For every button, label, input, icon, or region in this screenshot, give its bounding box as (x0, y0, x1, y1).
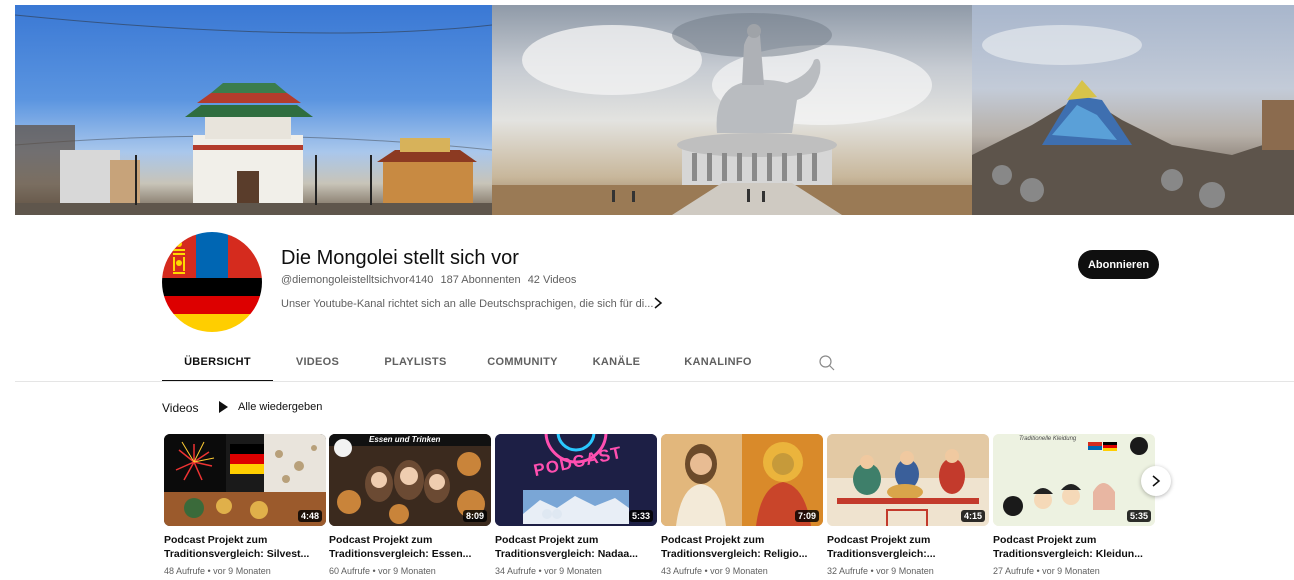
video-meta: 43 Aufrufe • vor 9 Monaten (661, 566, 768, 576)
video-title[interactable]: Podcast Projekt zum Traditionsvergleich:… (495, 533, 655, 561)
section-title: Videos (162, 401, 199, 415)
subscriber-count: 187 Abonnenten (440, 274, 521, 286)
tab-divider (15, 381, 1294, 382)
video-card[interactable]: 4:48 Podcast Projekt zum Traditionsvergl… (164, 434, 327, 576)
video-card[interactable]: Traditionelle Kleidung 5:35 Podcast Proj… (993, 434, 1156, 576)
video-title-line: Traditionsvergleich: Silvest... (164, 548, 310, 560)
video-thumbnail[interactable]: 7:09 (661, 434, 823, 526)
video-duration: 5:33 (628, 510, 653, 522)
video-title-line: Podcast Projekt zum (164, 534, 268, 546)
thumbnail-caption: Essen und Trinken (369, 435, 441, 444)
chevron-right-icon[interactable] (653, 296, 663, 313)
banner-image-ovoo (972, 5, 1294, 215)
channel-meta: @diemongoleistelltsichvor4140 187 Abonne… (281, 273, 576, 287)
video-meta: 60 Aufrufe • vor 9 Monaten (329, 566, 436, 576)
channel-avatar[interactable] (162, 232, 262, 332)
video-duration: 4:15 (960, 510, 985, 522)
video-title-line: Podcast Projekt zum (495, 534, 599, 546)
thumbnail-caption: Traditionelle Kleidung (1019, 436, 1077, 442)
video-duration: 8:09 (462, 510, 487, 522)
video-meta: 34 Aufrufe • vor 9 Monaten (495, 566, 602, 576)
chevron-right-icon[interactable] (1141, 466, 1171, 496)
channel-tabs: ÜBERSICHT VIDEOS PLAYLISTS COMMUNITY KAN… (162, 350, 779, 382)
video-duration: 5:35 (1126, 510, 1151, 522)
tab-overview[interactable]: ÜBERSICHT (162, 350, 273, 382)
video-title-line: Podcast Projekt zum (329, 534, 433, 546)
video-title[interactable]: Podcast Projekt zum Traditionsvergleich:… (993, 533, 1153, 561)
video-title-line: Podcast Projekt zum (993, 534, 1097, 546)
video-duration: 4:48 (297, 510, 322, 522)
channel-description[interactable]: Unser Youtube-Kanal richtet sich an alle… (281, 297, 653, 311)
play-all-button[interactable]: Alle wiedergeben (219, 401, 322, 413)
video-title[interactable]: Podcast Projekt zum Traditionsvergleich:… (329, 533, 489, 561)
video-title-line: Traditionsvergleich: Essen... (329, 548, 472, 560)
channel-banner (15, 5, 1294, 215)
video-shelf: 4:48 Podcast Projekt zum Traditionsvergl… (164, 434, 1174, 580)
tab-community[interactable]: COMMUNITY (469, 350, 576, 382)
tab-playlists[interactable]: PLAYLISTS (362, 350, 469, 382)
subscribe-button[interactable]: Abonnieren (1078, 250, 1159, 279)
channel-name: Die Mongolei stellt sich vor (281, 247, 519, 269)
video-thumbnail[interactable]: Traditionelle Kleidung 5:35 (993, 434, 1155, 526)
video-meta: 32 Aufrufe • vor 9 Monaten (827, 566, 934, 576)
banner-image-temple (15, 5, 492, 215)
flag-logo-icon (162, 232, 262, 332)
video-thumbnail[interactable]: PODCAST 5:33 (495, 434, 657, 526)
video-title-line: Traditionsvergleich: Nadaa... (495, 548, 638, 560)
video-meta: 27 Aufrufe • vor 9 Monaten (993, 566, 1100, 576)
video-title[interactable]: Podcast Projekt zum Traditionsvergleich:… (164, 533, 324, 561)
play-icon (219, 401, 228, 413)
tab-videos[interactable]: VIDEOS (273, 350, 362, 382)
tab-channels[interactable]: KANÄLE (576, 350, 657, 382)
video-card[interactable]: 4:15 Podcast Projekt zum Traditionsvergl… (827, 434, 990, 576)
video-meta: 48 Aufrufe • vor 9 Monaten (164, 566, 271, 576)
video-card[interactable]: Essen und Trinken 8:09 Podcast Projekt z… (329, 434, 492, 576)
video-thumbnail[interactable]: 4:48 (164, 434, 326, 526)
video-card[interactable]: 7:09 Podcast Projekt zum Traditionsvergl… (661, 434, 824, 576)
video-title-line: Traditionsvergleich: Religio... (661, 548, 808, 560)
video-title[interactable]: Podcast Projekt zum Traditionsvergleich:… (661, 533, 821, 561)
search-icon[interactable] (818, 354, 836, 372)
channel-handle: @diemongoleistelltsichvor4140 (281, 274, 434, 286)
play-all-label: Alle wiedergeben (238, 401, 323, 413)
video-thumbnail[interactable]: 4:15 (827, 434, 989, 526)
banner-image-statue (492, 5, 972, 215)
tab-about[interactable]: KANALINFO (657, 350, 779, 382)
video-title-line: Podcast Projekt zum (661, 534, 765, 546)
video-count: 42 Videos (527, 274, 577, 286)
video-title[interactable]: Podcast Projekt zum Traditionsvergleich:… (827, 533, 987, 561)
video-title-line: Traditionsvergleich:... (827, 548, 936, 560)
video-thumbnail[interactable]: Essen und Trinken 8:09 (329, 434, 491, 526)
video-title-line: Podcast Projekt zum (827, 534, 931, 546)
video-title-line: Traditionsvergleich: Kleidun... (993, 548, 1143, 560)
video-duration: 7:09 (794, 510, 819, 522)
video-card[interactable]: PODCAST 5:33 Podcast Projekt zum Traditi… (495, 434, 658, 576)
